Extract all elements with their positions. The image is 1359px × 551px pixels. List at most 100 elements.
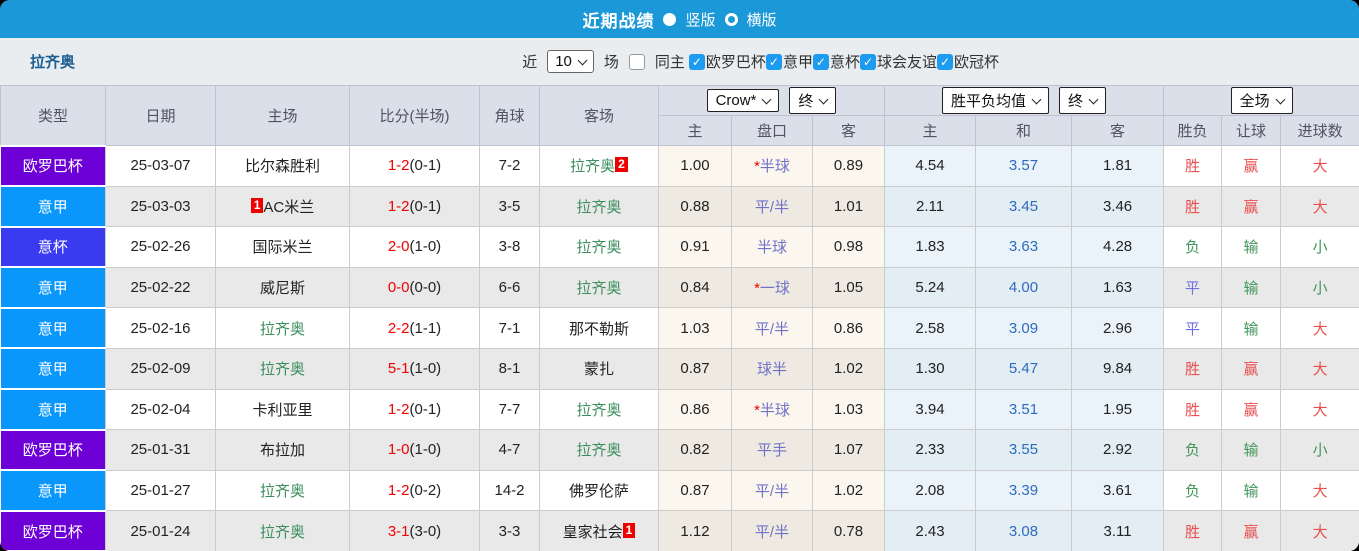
odds-group-header: Crow* 终	[657, 85, 886, 116]
home-team-name[interactable]: AC米兰	[263, 199, 314, 216]
home-team-name[interactable]: 国际米兰	[252, 239, 312, 256]
away-team: 那不勒斯	[539, 307, 659, 349]
away-team-name[interactable]: 佛罗伦萨	[569, 483, 629, 500]
handicap-text: 半球	[756, 239, 787, 257]
home-team-name[interactable]: 拉齐奥	[260, 321, 305, 338]
away-team-name[interactable]: 拉齐奥	[576, 402, 621, 419]
avg-lose: 1.81	[1071, 145, 1165, 187]
away-team-name[interactable]: 蒙扎	[584, 361, 614, 378]
home-team-name[interactable]: 比尔森胜利	[245, 158, 320, 175]
league-checkbox[interactable]: ✓	[688, 53, 705, 70]
col-header-score: 比分(半场)	[349, 85, 480, 146]
col-header-odds-away: 客	[811, 115, 886, 146]
half-time-score: (0-1)	[409, 197, 442, 215]
avg-win: 2.58	[884, 307, 977, 349]
away-team-name[interactable]: 拉齐奥	[570, 158, 615, 175]
half-time-score: (0-0)	[409, 279, 442, 297]
layout-radio-horizontal-label[interactable]: 横版	[747, 9, 777, 30]
home-team-name[interactable]: 拉齐奥	[260, 483, 305, 500]
match-date: 25-02-22	[105, 266, 216, 309]
league-checkbox[interactable]: ✓	[765, 53, 782, 70]
league-label: 意杯	[829, 54, 860, 71]
layout-radio-vertical-label[interactable]: 竖版	[685, 9, 715, 30]
away-team-name[interactable]: 拉齐奥	[576, 442, 621, 459]
league-filter: ✓ 欧罗巴杯	[688, 51, 766, 72]
odds-home: 1.03	[658, 307, 732, 349]
half-time-score: (0-1)	[409, 400, 442, 418]
layout-radio-vertical[interactable]	[663, 12, 677, 26]
avg-win: 1.83	[884, 226, 977, 268]
odds-company-select[interactable]: Crow*	[706, 89, 780, 112]
home-team-name[interactable]: 卡利亚里	[252, 402, 312, 419]
col-header-odds-home: 主	[658, 115, 732, 146]
avg-draw: 3.63	[975, 226, 1073, 268]
filter-bar: 拉齐奥 近 10 场 同主 ✓ 欧罗巴杯 ✓ 意甲 ✓ 意杯 ✓ 球会友谊 ✓ 欧冠杯	[0, 38, 1359, 85]
home-team-name[interactable]: 威尼斯	[260, 280, 305, 297]
full-time-score: 1-2	[387, 400, 410, 418]
avg-win: 2.11	[884, 185, 977, 228]
away-team-name[interactable]: 拉齐奥	[576, 199, 621, 216]
same-home-checkbox[interactable]	[628, 53, 645, 70]
corner-score: 3-5	[479, 185, 540, 228]
result-goals: 大	[1280, 347, 1359, 390]
home-team: 国际米兰	[215, 226, 350, 268]
avg-win: 2.33	[884, 429, 977, 471]
avg-type-select[interactable]: 胜平负均值	[942, 87, 1050, 114]
layout-radio-horizontal[interactable]	[724, 12, 738, 26]
table-row: 意甲 25-02-09 拉齐奥 5-1(1-0) 8-1 蒙扎 0.87 球半 1.02 1.30…	[0, 347, 1359, 391]
scope-select[interactable]: 全场	[1230, 87, 1293, 114]
col-header-home: 主场	[215, 85, 350, 146]
league-checkbox[interactable]: ✓	[936, 53, 953, 70]
away-team: 拉齐奥 2	[539, 145, 659, 187]
col-header-handicap-result: 让球	[1221, 115, 1282, 146]
full-time-score: 2-0	[387, 238, 410, 256]
recent-count-select[interactable]: 10	[547, 50, 594, 73]
chevron-down-icon	[1031, 94, 1042, 104]
home-team-name[interactable]: 布拉加	[260, 442, 305, 459]
handicap-text: 平/半	[754, 320, 790, 338]
match-score: 1-2(0-1)	[349, 145, 480, 187]
away-team: 蒙扎	[539, 347, 659, 390]
chevron-down-icon	[1088, 94, 1099, 104]
scope-group-header: 全场	[1163, 85, 1359, 116]
home-team-name[interactable]: 拉齐奥	[260, 361, 305, 378]
result-handicap: 输	[1221, 429, 1282, 471]
result-goals: 小	[1280, 266, 1359, 309]
result-wdl: 平	[1163, 307, 1223, 349]
red-card-badge: 1	[250, 197, 264, 213]
match-date: 25-02-09	[105, 347, 216, 390]
away-team-name[interactable]: 皇家社会	[563, 524, 623, 541]
league-checkbox[interactable]: ✓	[812, 53, 829, 70]
result-goals: 大	[1280, 185, 1359, 228]
away-team-name[interactable]: 那不勒斯	[569, 321, 629, 338]
same-home-label: 同主	[654, 54, 685, 71]
odds-handicap: 平/半	[731, 185, 813, 228]
avg-state-select[interactable]: 终	[1059, 87, 1107, 114]
recent-results-panel: 近期战绩 竖版 横版 拉齐奥 近 10 场 同主 ✓ 欧罗巴杯 ✓ 意甲 ✓ 意杯 ✓ 球会友…	[0, 0, 1359, 551]
corner-score: 8-1	[479, 347, 540, 390]
result-goals: 大	[1280, 510, 1359, 551]
odds-home: 0.91	[658, 226, 732, 268]
match-date: 25-02-04	[105, 388, 216, 431]
result-handicap: 输	[1221, 226, 1282, 268]
odds-state-select[interactable]: 终	[789, 87, 837, 114]
avg-draw: 3.09	[975, 307, 1073, 349]
half-time-score: (3-0)	[409, 522, 442, 540]
full-time-score: 1-0	[387, 441, 410, 459]
home-team: 威尼斯	[215, 266, 350, 309]
result-wdl: 胜	[1163, 510, 1223, 551]
handicap-text: 平/半	[754, 523, 790, 541]
table-row: 意杯 25-02-26 国际米兰 2-0(1-0) 3-8 拉齐奥 0.91 半球 0.98 1.…	[0, 225, 1359, 269]
away-team-name[interactable]: 拉齐奥	[576, 239, 621, 256]
result-goals: 小	[1280, 226, 1359, 268]
half-time-score: (1-0)	[409, 360, 442, 378]
full-time-score: 1-2	[387, 197, 410, 215]
match-score: 3-1(3-0)	[349, 510, 480, 551]
away-team: 拉齐奥	[539, 226, 659, 268]
league-checkbox[interactable]: ✓	[859, 53, 876, 70]
odds-handicap: 平手	[731, 429, 813, 471]
away-team-name[interactable]: 拉齐奥	[576, 280, 621, 297]
home-team-name[interactable]: 拉齐奥	[260, 524, 305, 541]
table-row: 欧罗巴杯 25-03-07 比尔森胜利 1-2(0-1) 7-2 拉齐奥 2 1.00 *半球 0…	[0, 144, 1359, 188]
corner-score: 7-2	[479, 145, 540, 187]
